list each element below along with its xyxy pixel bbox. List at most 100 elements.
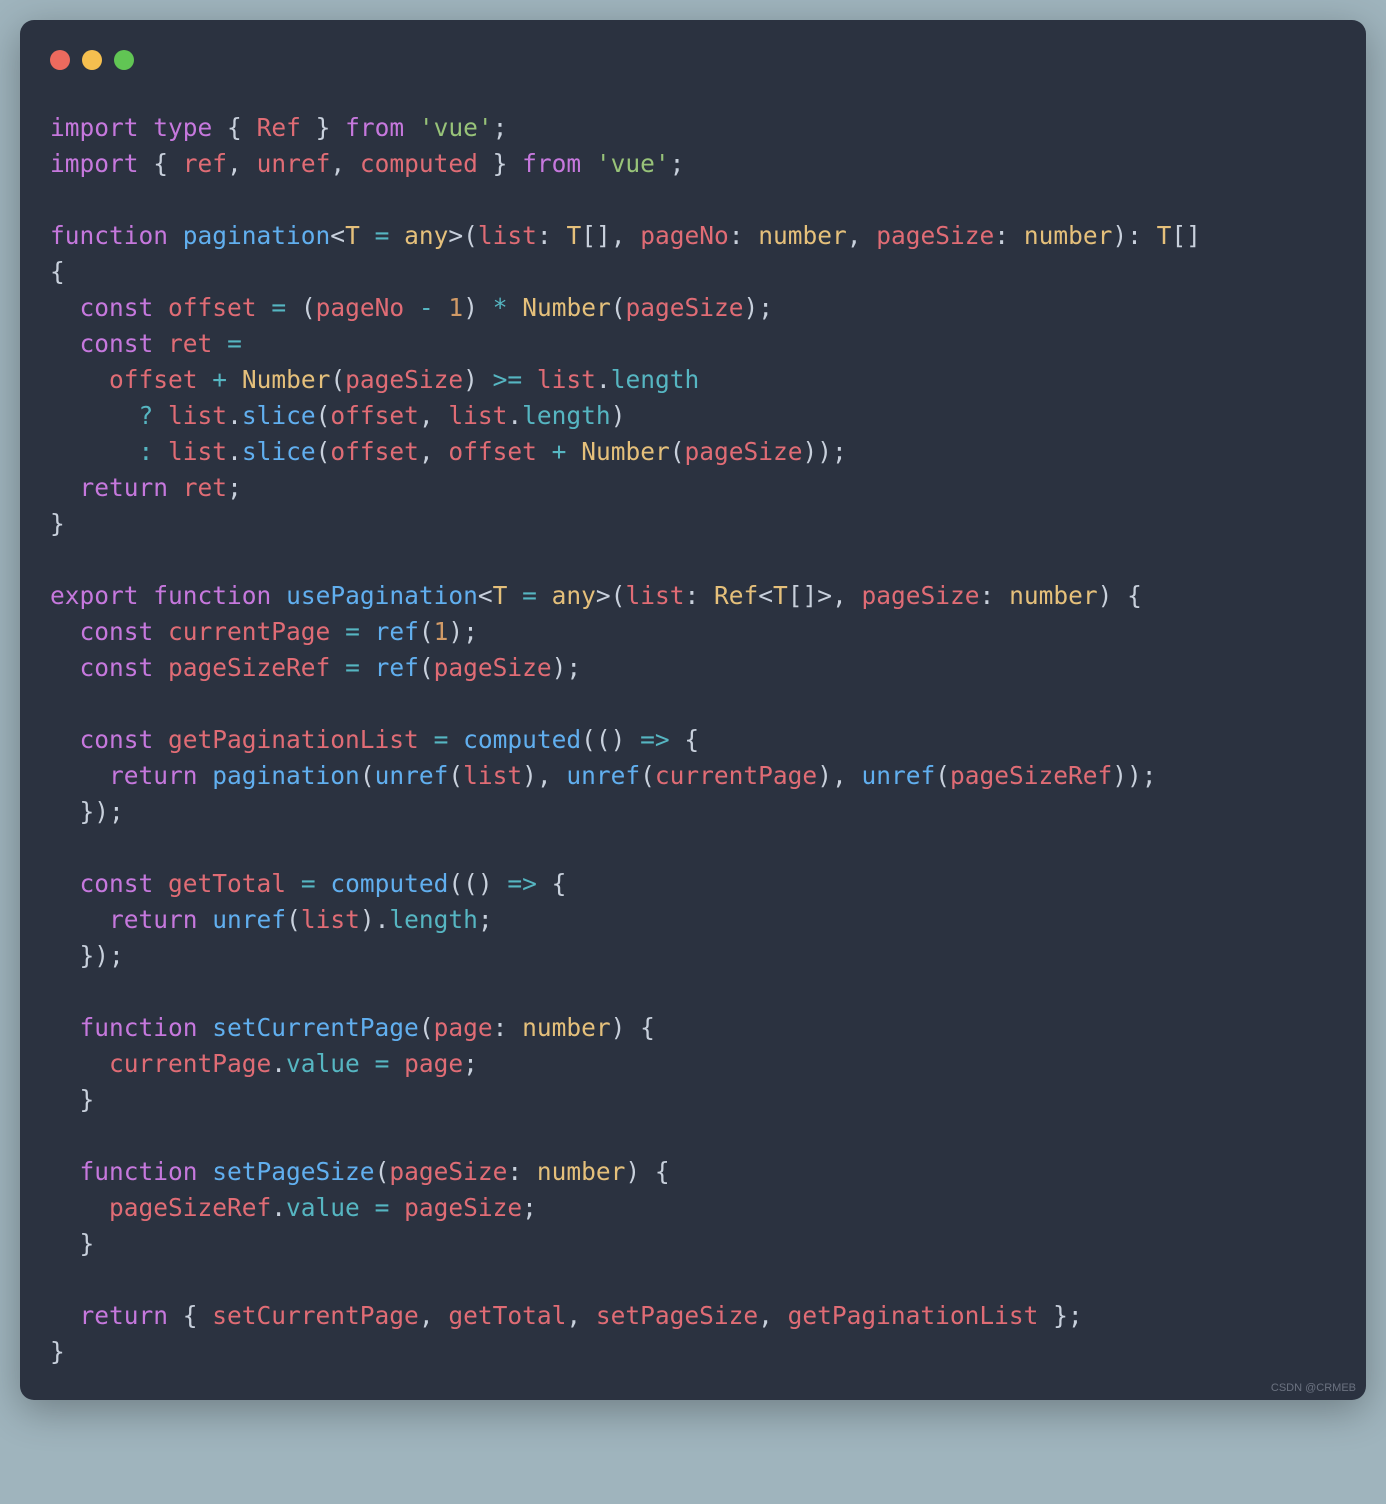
- code-token: (: [419, 617, 434, 646]
- code-token: }: [50, 1229, 94, 1258]
- code-token: });: [50, 941, 124, 970]
- code-token: number: [1024, 221, 1113, 250]
- code-token: any: [552, 581, 596, 610]
- code-token: [50, 869, 80, 898]
- code-token: [271, 581, 286, 610]
- code-token: const: [80, 293, 154, 322]
- code-token: list: [168, 401, 227, 430]
- code-token: list: [301, 905, 360, 934]
- code-token: (: [330, 365, 345, 394]
- maximize-icon[interactable]: [114, 50, 134, 70]
- code-token: pageSizeRef: [109, 1193, 271, 1222]
- code-token: Number: [522, 293, 611, 322]
- code-token: ): [463, 365, 493, 394]
- code-block: import type { Ref } from 'vue'; import {…: [50, 110, 1336, 1370]
- code-token: [153, 293, 168, 322]
- code-token: ref: [375, 653, 419, 682]
- code-token: function: [50, 221, 168, 250]
- code-token: :: [980, 581, 1010, 610]
- code-token: (: [316, 401, 331, 430]
- code-token: slice: [242, 437, 316, 466]
- code-token: (: [419, 1013, 434, 1042]
- code-token: [50, 473, 80, 502]
- code-token: [168, 221, 183, 250]
- code-token: T: [345, 221, 360, 250]
- code-token: =: [227, 329, 242, 358]
- code-token: };: [1038, 1301, 1082, 1330]
- code-token: [50, 1049, 109, 1078]
- code-token: ;: [478, 905, 493, 934]
- code-token: offset: [109, 365, 198, 394]
- code-token: [153, 401, 168, 430]
- code-token: [404, 113, 419, 142]
- code-token: function: [80, 1157, 198, 1186]
- code-token: pageNo: [316, 293, 405, 322]
- code-token: (: [316, 437, 331, 466]
- code-token: }: [50, 1337, 65, 1366]
- code-token: unref: [861, 761, 935, 790]
- code-token: return: [80, 473, 169, 502]
- code-token: .: [507, 401, 522, 430]
- code-token: =: [271, 293, 286, 322]
- close-icon[interactable]: [50, 50, 70, 70]
- code-token: [50, 725, 80, 754]
- code-token: ,: [227, 149, 257, 178]
- code-token: length: [611, 365, 700, 394]
- code-token: =: [345, 617, 360, 646]
- code-token: :: [537, 221, 567, 250]
- code-token: [227, 365, 242, 394]
- code-token: offset: [330, 437, 419, 466]
- code-token: T: [1157, 221, 1172, 250]
- code-token: ;: [670, 149, 685, 178]
- code-token: [419, 725, 434, 754]
- code-token: [50, 653, 80, 682]
- watermark: CSDN @CRMEB: [1271, 1382, 1356, 1394]
- code-token: getPaginationList: [168, 725, 419, 754]
- code-token: currentPage: [655, 761, 817, 790]
- code-token: pageSize: [345, 365, 463, 394]
- code-token: [50, 1157, 80, 1186]
- code-token: [522, 365, 537, 394]
- code-token: {: [168, 1301, 212, 1330]
- code-token: pageSize: [626, 293, 744, 322]
- code-token: pagination: [183, 221, 331, 250]
- code-token: (: [611, 293, 626, 322]
- code-token: ) {: [1098, 581, 1142, 610]
- code-token: ),: [817, 761, 861, 790]
- code-token: [50, 401, 139, 430]
- code-token: (: [286, 293, 316, 322]
- code-token: [212, 329, 227, 358]
- code-token: T: [566, 221, 581, 250]
- code-token: [153, 329, 168, 358]
- code-token: return: [80, 1301, 169, 1330]
- code-token: type: [153, 113, 212, 142]
- code-token: list: [537, 365, 596, 394]
- code-token: :: [684, 581, 714, 610]
- code-token: :: [729, 221, 759, 250]
- code-token: 'vue': [596, 149, 670, 178]
- code-token: currentPage: [109, 1049, 271, 1078]
- code-token: getTotal: [168, 869, 286, 898]
- code-token: [198, 1013, 213, 1042]
- code-token: unref: [257, 149, 331, 178]
- code-token: [],: [581, 221, 640, 250]
- code-token: >(: [596, 581, 626, 610]
- code-token: [50, 1193, 109, 1222]
- code-token: }: [50, 509, 65, 538]
- code-token: page: [434, 1013, 493, 1042]
- code-token: =: [522, 581, 537, 610]
- code-token: []>,: [788, 581, 862, 610]
- code-token: (: [419, 653, 434, 682]
- code-token: getTotal: [448, 1301, 566, 1330]
- code-token: list: [625, 581, 684, 610]
- code-token: return: [109, 905, 198, 934]
- code-token: :: [139, 437, 154, 466]
- code-token: ;: [227, 473, 242, 502]
- minimize-icon[interactable]: [82, 50, 102, 70]
- code-token: getPaginationList: [788, 1301, 1039, 1330]
- code-token: =: [375, 1193, 390, 1222]
- code-token: T: [773, 581, 788, 610]
- code-token: (: [640, 761, 655, 790]
- code-token: unref: [566, 761, 640, 790]
- code-token: pageNo: [640, 221, 729, 250]
